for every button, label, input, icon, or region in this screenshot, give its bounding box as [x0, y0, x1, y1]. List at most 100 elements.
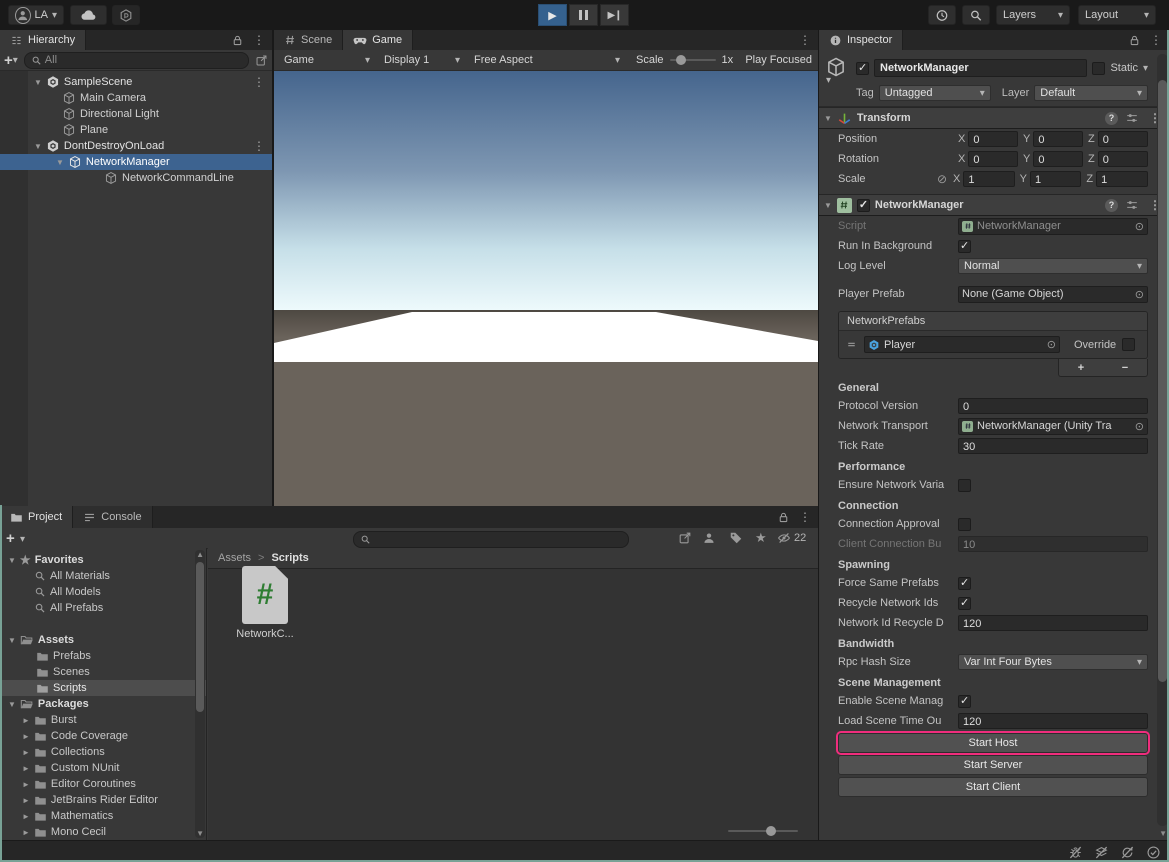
scale-y-field[interactable]: 1: [1030, 171, 1081, 187]
start-client-button[interactable]: Start Client: [838, 777, 1148, 797]
tree-assets[interactable]: Assets: [0, 632, 206, 648]
help-icon[interactable]: ?: [1105, 112, 1118, 125]
component-enabled-checkbox[interactable]: [857, 199, 870, 212]
static-checkbox[interactable]: [1092, 62, 1105, 75]
foldout-closed-icon[interactable]: [22, 746, 30, 758]
search-button[interactable]: [962, 5, 990, 25]
gameobject-icon[interactable]: [825, 56, 851, 80]
tick-rate-field[interactable]: 30: [958, 438, 1148, 454]
tab-scene[interactable]: Scene: [274, 30, 343, 50]
network-prefabs-title[interactable]: NetworkPrefabs: [839, 312, 1147, 331]
thumbnail-size-slider[interactable]: [728, 830, 798, 832]
kebab-menu-icon[interactable]: ⋮: [796, 511, 814, 523]
play-focused-dropdown[interactable]: Play Focused: [745, 54, 812, 66]
object-picker-icon[interactable]: ⊙: [1135, 220, 1144, 233]
kebab-menu-icon[interactable]: ⋮: [250, 76, 268, 88]
foldout-open-icon[interactable]: [8, 554, 16, 566]
position-x-field[interactable]: 0: [968, 131, 1018, 147]
rpc-hash-size-dropdown[interactable]: Var Int Four Bytes: [958, 654, 1148, 670]
scroll-down-icon[interactable]: ▼: [1159, 829, 1167, 838]
asset-tile-script[interactable]: # NetworkC...: [232, 566, 298, 640]
foldout-closed-icon[interactable]: [22, 762, 30, 774]
recycle-network-ids-checkbox[interactable]: [958, 597, 971, 610]
game-render-view[interactable]: [274, 71, 818, 506]
tree-all-materials[interactable]: All Materials: [0, 568, 206, 584]
run-in-background-checkbox[interactable]: [958, 240, 971, 253]
foldout-closed-icon[interactable]: [22, 794, 30, 806]
undo-history-button[interactable]: [928, 5, 956, 25]
layers-dropdown[interactable]: Layers: [996, 5, 1070, 25]
add-object-caret-icon[interactable]: [13, 54, 18, 66]
foldout-open-icon[interactable]: [824, 199, 832, 211]
rotation-x-field[interactable]: 0: [968, 151, 1018, 167]
rotation-z-field[interactable]: 0: [1098, 151, 1148, 167]
layout-dropdown[interactable]: Layout: [1078, 5, 1156, 25]
step-button[interactable]: ▶❙: [600, 4, 629, 26]
scroll-up-icon[interactable]: ▲: [196, 550, 204, 559]
pause-button[interactable]: [569, 4, 598, 26]
active-checkbox[interactable]: [856, 62, 869, 75]
kebab-menu-icon[interactable]: ⋮: [1147, 34, 1165, 46]
cloud-services-button[interactable]: [70, 5, 107, 25]
plastic-scm-button[interactable]: [112, 5, 140, 25]
tree-scripts[interactable]: Scripts: [0, 680, 206, 696]
tag-dropdown[interactable]: Untagged: [879, 85, 991, 101]
breadcrumb-root[interactable]: Assets: [218, 552, 251, 564]
foldout-open-icon[interactable]: [34, 140, 42, 152]
search-by-label-icon[interactable]: [729, 531, 743, 545]
scale-x-field[interactable]: 1: [963, 171, 1014, 187]
search-by-type-icon[interactable]: [702, 531, 716, 545]
tree-code-coverage[interactable]: Code Coverage: [0, 728, 206, 744]
foldout-closed-icon[interactable]: [22, 810, 30, 822]
start-server-button[interactable]: Start Server: [838, 755, 1148, 775]
player-prefab-field[interactable]: None (Game Object) ⊙: [958, 286, 1148, 303]
auto-refresh-disabled-icon[interactable]: [1120, 845, 1135, 860]
foldout-closed-icon[interactable]: [22, 778, 30, 790]
log-level-dropdown[interactable]: Normal: [958, 258, 1148, 274]
force-same-prefabs-checkbox[interactable]: [958, 577, 971, 590]
scale-z-field[interactable]: 1: [1096, 171, 1148, 187]
open-in-new-icon[interactable]: [678, 531, 692, 545]
foldout-closed-icon[interactable]: [22, 730, 30, 742]
project-tree-scrollbar-thumb[interactable]: [196, 562, 204, 712]
network-transport-field[interactable]: NetworkManager (Unity Tra ⊙: [958, 418, 1148, 435]
tree-all-models[interactable]: All Models: [0, 584, 206, 600]
tree-favorites[interactable]: ★ Favorites: [0, 552, 206, 568]
display-dropdown[interactable]: Display 1: [380, 52, 464, 69]
account-button[interactable]: LA: [8, 5, 64, 25]
enable-scene-checkbox[interactable]: [958, 695, 971, 708]
link-broken-icon[interactable]: ⊘: [937, 172, 953, 186]
position-z-field[interactable]: 0: [1098, 131, 1148, 147]
object-picker-icon[interactable]: ⊙: [1047, 338, 1056, 351]
scroll-down-icon[interactable]: ▼: [196, 829, 204, 838]
hierarchy-search-input[interactable]: All: [24, 52, 249, 69]
aspect-dropdown[interactable]: Free Aspect: [470, 52, 624, 69]
hierarchy-row-networkcommandline[interactable]: NetworkCommandLine: [0, 170, 272, 186]
ensure-network-checkbox[interactable]: [958, 479, 971, 492]
hierarchy-row-directional-light[interactable]: Directional Light: [0, 106, 272, 122]
tree-jetbrains-rider-editor[interactable]: JetBrains Rider Editor: [0, 792, 206, 808]
tab-inspector[interactable]: Inspector: [819, 30, 903, 50]
override-checkbox[interactable]: [1122, 338, 1135, 351]
script-object-field[interactable]: NetworkManager ⊙: [958, 218, 1148, 235]
tree-burst[interactable]: Burst: [0, 712, 206, 728]
networkmanager-component-header[interactable]: NetworkManager ? ⋮: [819, 194, 1169, 216]
add-object-button[interactable]: +: [4, 52, 13, 69]
debugger-disabled-icon[interactable]: [1068, 845, 1083, 860]
tree-mathematics[interactable]: Mathematics: [0, 808, 206, 824]
hierarchy-row-main-camera[interactable]: Main Camera: [0, 90, 272, 106]
tab-console[interactable]: Console: [73, 506, 152, 528]
foldout-open-icon[interactable]: [824, 112, 832, 124]
lock-icon[interactable]: [231, 34, 244, 47]
scale-slider-thumb[interactable]: [676, 55, 686, 65]
foldout-closed-icon[interactable]: [22, 714, 30, 726]
hidden-count-eye-icon[interactable]: [777, 531, 791, 545]
kebab-menu-icon[interactable]: ⋮: [796, 34, 814, 46]
add-asset-button[interactable]: +: [6, 530, 15, 547]
foldout-open-icon[interactable]: [8, 634, 16, 646]
kebab-menu-icon[interactable]: ⋮: [250, 140, 268, 152]
network-id-recycle-field[interactable]: 120: [958, 615, 1148, 631]
presets-icon[interactable]: [1125, 198, 1139, 212]
load-scene-timeout-field[interactable]: 120: [958, 713, 1148, 729]
layer-dropdown[interactable]: Default: [1034, 85, 1148, 101]
